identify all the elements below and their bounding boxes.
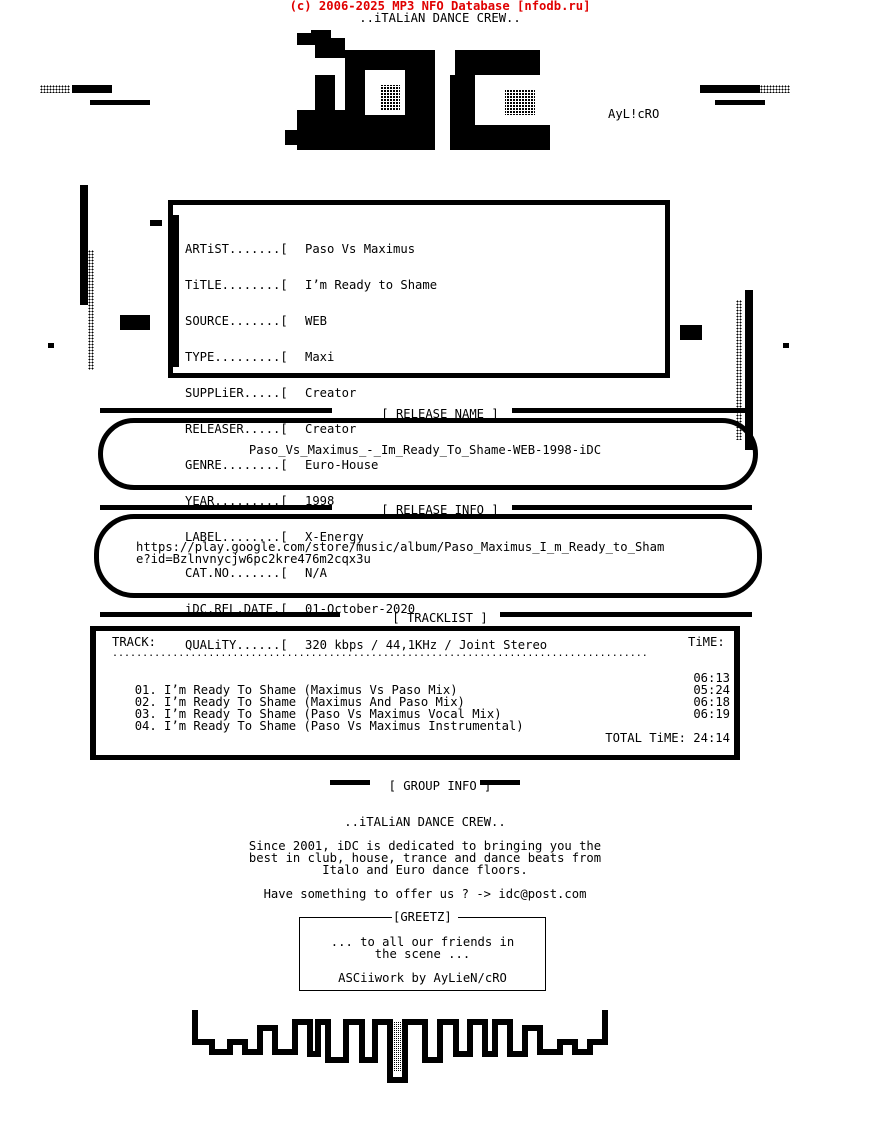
tracklist-dots: ........................................… xyxy=(112,648,648,659)
ascii-credit: ASCiiwork by AyLieN/cRO xyxy=(338,971,507,985)
group-name: ..iTALiAN DANCE CREW.. xyxy=(344,815,506,829)
group-contact: Have something to offer us ? -> idc@post… xyxy=(263,887,587,901)
detail-row-type: TYPE.........[Maxi xyxy=(185,350,335,364)
group-info-heading: [ GROUP INFO ] xyxy=(388,779,492,793)
track-number: 04. xyxy=(134,719,157,733)
tracklist-col-time: TiME: xyxy=(688,635,725,649)
group-desc-line3: Italo and Euro dance floors. xyxy=(322,863,528,877)
detail-row-title: TiTLE........[I’m Ready to Shame xyxy=(185,278,438,292)
idc-logo xyxy=(285,30,550,160)
meander-shade xyxy=(390,1022,405,1072)
box-shade xyxy=(173,215,179,367)
ascii-artist-tag: AyL!cRO xyxy=(608,107,660,121)
detail-row-source: SOURCE.......[WEB xyxy=(185,314,328,328)
total-time: TOTAL TiME: 24:14 xyxy=(605,731,730,745)
bottom-meander-ornament xyxy=(192,1010,608,1083)
release-details-box: ARTiST.......[Paso Vs Maximus TiTLE.....… xyxy=(168,200,670,651)
idc-logo-art xyxy=(285,30,550,150)
tracklist-heading: [ TRACKLIST ] xyxy=(392,611,488,625)
track-time: 06:19 xyxy=(693,707,730,721)
greetz-line2: the scene ... xyxy=(374,947,471,961)
detail-row-supplier: SUPPLiER.....[Creator xyxy=(185,386,357,400)
release-name-value: Paso_Vs_Maximus_-_Im_Ready_To_Shame-WEB-… xyxy=(248,443,602,457)
detail-row-artist: ARTiST.......[Paso Vs Maximus xyxy=(185,242,416,256)
tracklist-col-track: TRACK: xyxy=(112,635,157,649)
release-url-line2[interactable]: e?id=Bzlnvnycjw6pc2kre476m2cqx3u xyxy=(136,553,371,565)
group-tagline: ..iTALiAN DANCE CREW.. xyxy=(359,11,521,25)
track-name: I’m Ready To Shame (Paso Vs Maximus Inst… xyxy=(164,719,524,733)
